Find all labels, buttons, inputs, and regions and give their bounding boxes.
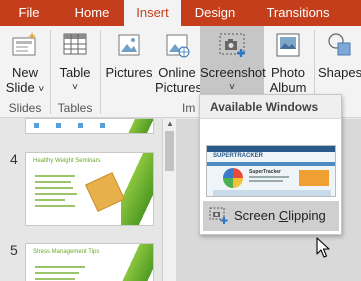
- slide-title: Stress Management Tips: [33, 249, 100, 255]
- slide-pane-scrollbar[interactable]: ▲: [162, 119, 176, 281]
- pictures-button[interactable]: Pictures: [104, 26, 154, 98]
- photo-album-icon: [276, 33, 300, 57]
- slide-number: 5: [10, 242, 18, 258]
- new-slide-label: New: [11, 65, 38, 80]
- slide-bullet: [100, 123, 105, 128]
- chevron-down-icon: ˅: [38, 84, 45, 95]
- group-label-tables: Tables: [57, 101, 93, 115]
- tab-design[interactable]: Design: [186, 0, 244, 26]
- tab-home[interactable]: Home: [62, 0, 122, 26]
- tab-file[interactable]: File: [0, 0, 58, 26]
- slide-text-line: [35, 266, 85, 268]
- window-nav: [207, 162, 335, 166]
- slide-title: Healthy Weight Seminars: [33, 158, 101, 164]
- slide-text-line: [35, 175, 75, 177]
- shapes-icon: [327, 33, 350, 56]
- pictures-label: Pictures: [105, 65, 153, 80]
- shapes-label: Shapes: [318, 65, 361, 80]
- screenshot-dropdown-menu: Available Windows SUPERTRACKER SuperTrac…: [199, 94, 342, 235]
- window-button-block: [299, 170, 329, 186]
- slide-thumbnail[interactable]: Healthy Weight Seminars: [25, 152, 154, 226]
- window-thumb-title: SUPERTRACKER: [213, 153, 264, 159]
- slide-text-line: [35, 272, 79, 274]
- scroll-thumb[interactable]: [165, 131, 174, 171]
- screenshot-icon: [219, 33, 245, 57]
- slide-text-line: [35, 205, 75, 207]
- slide-number: 4: [10, 151, 18, 167]
- slide-thumbnail[interactable]: Stress Management Tips: [25, 243, 154, 281]
- available-windows-header: Available Windows: [200, 95, 341, 119]
- tab-insert[interactable]: Insert: [124, 0, 181, 26]
- group-label-slides: Slides: [8, 101, 42, 115]
- online-pictures-icon: [166, 34, 190, 58]
- shapes-button[interactable]: Shapes: [318, 26, 361, 98]
- table-button[interactable]: Table ˅: [53, 26, 97, 98]
- available-window-thumbnail[interactable]: SUPERTRACKER SuperTracker: [206, 145, 336, 197]
- ribbon-tab-bar: File Home Insert Design Transitions: [0, 0, 361, 26]
- slide-bullet: [56, 123, 61, 128]
- window-text-line: [249, 176, 289, 178]
- photo-album-button[interactable]: Photo Album ˅: [266, 26, 310, 109]
- photo-album-label: Photo: [271, 65, 305, 80]
- group-label-images: Im: [182, 101, 196, 115]
- window-text-line: [249, 180, 283, 182]
- new-slide-button[interactable]: New Slide ˅: [2, 26, 48, 98]
- online-pictures-label-2: Pictures: [155, 80, 202, 95]
- online-pictures-button[interactable]: Online Pictures: [155, 26, 202, 98]
- plate-logo: [223, 168, 243, 188]
- window-titlebar: [207, 146, 335, 152]
- table-dropdown-arrow: ˅: [72, 82, 78, 93]
- screen-clipping-item[interactable]: Screen Clipping: [203, 201, 339, 231]
- slide-text-line: [35, 187, 73, 189]
- window-thumb-subtitle: SuperTracker: [249, 169, 281, 175]
- group-divider: [100, 30, 101, 114]
- screenshot-label: Screenshot: [200, 65, 266, 80]
- screenshot-button[interactable]: Screenshot ˅: [200, 26, 266, 98]
- slide-decoration: [121, 119, 153, 133]
- window-footer: [213, 190, 331, 196]
- slide-thumbnail-pane: 4 Healthy Weight Seminars 5 Stress Manag…: [0, 118, 176, 281]
- mouse-pointer-icon: [316, 237, 330, 258]
- table-label: Table: [59, 65, 91, 80]
- table-icon: [63, 33, 87, 55]
- slide-text-line: [35, 193, 77, 195]
- new-slide-icon: [12, 32, 36, 56]
- slide-text-line: [35, 181, 71, 183]
- slide-decoration: [121, 153, 153, 225]
- slide-bullet: [34, 123, 39, 128]
- screenshot-dropdown-arrow: ˅: [229, 82, 235, 93]
- slide-thumbnail[interactable]: [25, 118, 154, 134]
- scroll-up-arrow-icon[interactable]: ▲: [164, 119, 176, 129]
- screen-clipping-icon: [209, 207, 228, 224]
- slide-text-line: [35, 278, 75, 280]
- slide-bullet: [78, 123, 83, 128]
- slide-text-line: [35, 199, 65, 201]
- group-divider: [50, 30, 51, 114]
- tab-transitions[interactable]: Transitions: [252, 0, 344, 26]
- new-slide-label-2: Slide ˅: [5, 80, 45, 96]
- scale-image: [85, 172, 125, 212]
- screen-clipping-label: Screen Clipping: [234, 208, 326, 223]
- slide-decoration: [121, 244, 153, 281]
- online-pictures-label: Online: [158, 65, 196, 80]
- pictures-icon: [118, 34, 140, 56]
